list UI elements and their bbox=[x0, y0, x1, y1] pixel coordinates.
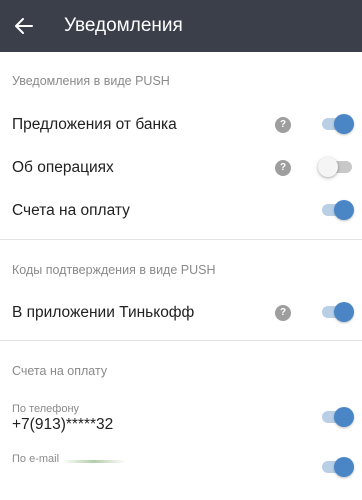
toggle-thumb bbox=[334, 200, 354, 220]
email-value-masked bbox=[62, 460, 126, 463]
setting-label-invoices-push: Счета на оплату bbox=[12, 202, 130, 219]
toggle-thumb bbox=[334, 114, 354, 134]
toggle-thumb bbox=[334, 457, 354, 477]
email-label: По e-mail bbox=[12, 453, 60, 465]
phone-value: +7(913)*****32 bbox=[12, 416, 114, 433]
arrow-left-icon bbox=[15, 18, 33, 34]
section-header-codes: Коды подтверждения в виде PUSH bbox=[12, 263, 216, 277]
section-header-invoices: Счета на оплату bbox=[12, 364, 108, 378]
back-button[interactable] bbox=[10, 12, 38, 40]
bank-offers-toggle[interactable] bbox=[322, 114, 354, 134]
help-icon[interactable]: ? bbox=[275, 305, 291, 321]
section-divider bbox=[0, 239, 362, 240]
page-title: Уведомления bbox=[64, 15, 183, 36]
phone-invoices-toggle[interactable] bbox=[322, 407, 354, 427]
setting-label-tinkoff-app: В приложении Тинькофф bbox=[12, 304, 195, 321]
app-bar: Уведомления bbox=[0, 0, 362, 52]
toggle-thumb bbox=[318, 157, 338, 177]
toggle-thumb bbox=[334, 407, 354, 427]
setting-label-operations: Об операциях bbox=[12, 159, 114, 176]
operations-toggle[interactable] bbox=[318, 157, 354, 177]
help-icon[interactable]: ? bbox=[275, 117, 291, 133]
tinkoff-app-toggle[interactable] bbox=[322, 302, 354, 322]
help-icon[interactable]: ? bbox=[275, 160, 291, 176]
toggle-thumb bbox=[334, 302, 354, 322]
email-invoices-toggle[interactable] bbox=[322, 457, 354, 477]
setting-label-bank-offers: Предложения от банка bbox=[12, 116, 177, 133]
section-header-push: Уведомления в виде PUSH bbox=[12, 74, 170, 88]
section-divider bbox=[0, 340, 362, 341]
phone-label: По телефону bbox=[12, 403, 80, 415]
invoices-push-toggle[interactable] bbox=[322, 200, 354, 220]
